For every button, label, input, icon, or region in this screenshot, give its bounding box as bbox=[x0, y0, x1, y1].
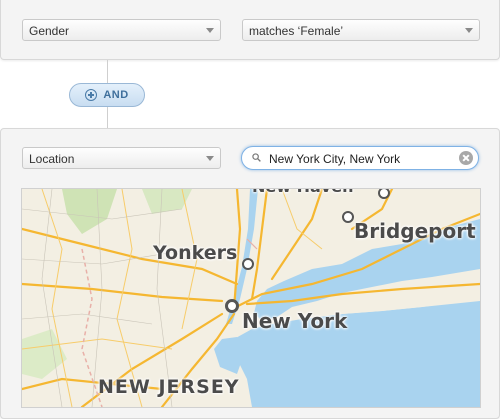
connector-line-bottom bbox=[107, 107, 108, 128]
city-marker-bridgeport bbox=[342, 211, 354, 223]
filter-row-gender: Gender matches ‘Female’ bbox=[0, 0, 500, 60]
map-label-yonkers: Yonkers bbox=[153, 242, 238, 264]
chevron-down-icon bbox=[206, 28, 214, 33]
connector-line-top bbox=[107, 60, 108, 83]
plus-circle-icon bbox=[85, 89, 98, 101]
city-marker-new-york bbox=[225, 299, 239, 313]
search-icon bbox=[252, 153, 261, 162]
map-label-new-jersey: NEW JERSEY bbox=[98, 376, 240, 398]
field-select-gender[interactable]: Gender bbox=[22, 19, 221, 41]
map-label-new-york: New York bbox=[242, 309, 348, 333]
clear-icon[interactable] bbox=[459, 151, 473, 165]
map-label-new-haven: New Haven bbox=[252, 189, 353, 196]
field-select-label: Gender bbox=[29, 24, 70, 38]
location-search-input[interactable]: New York City, New York bbox=[241, 146, 479, 170]
and-label: AND bbox=[103, 89, 129, 101]
condition-select[interactable]: matches ‘Female’ bbox=[242, 19, 480, 41]
city-marker-yonkers bbox=[242, 258, 254, 270]
field-select-label: Location bbox=[29, 152, 75, 166]
chevron-down-icon bbox=[465, 28, 473, 33]
map-label-bridgeport: Bridgeport bbox=[354, 219, 476, 243]
chevron-down-icon bbox=[206, 156, 214, 161]
and-operator-button[interactable]: AND bbox=[69, 83, 145, 107]
search-value: New York City, New York bbox=[269, 152, 401, 166]
field-select-location[interactable]: Location bbox=[22, 147, 221, 169]
condition-select-label: matches ‘Female’ bbox=[249, 24, 344, 38]
location-map[interactable]: New Haven Bridgeport Yonkers New York NE… bbox=[21, 188, 481, 408]
